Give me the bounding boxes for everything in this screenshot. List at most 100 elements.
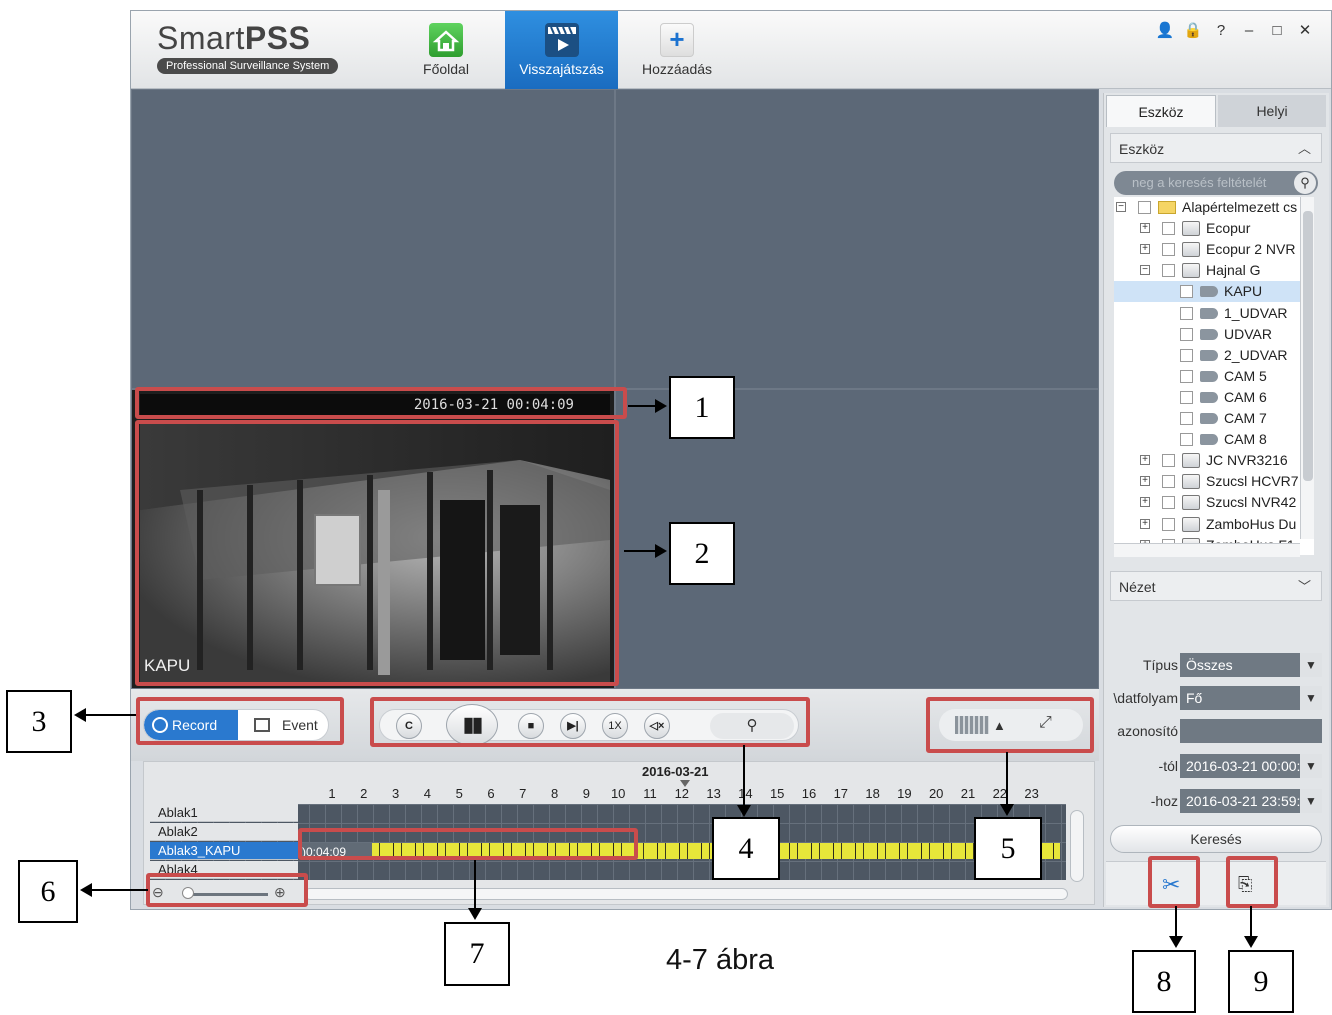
tree-checkbox[interactable]	[1162, 222, 1175, 236]
expand-icon[interactable]: +	[1140, 476, 1150, 487]
expand-icon[interactable]: +	[1140, 497, 1150, 508]
brand-name: SmartPSS	[157, 20, 311, 56]
video-window-1[interactable]	[131, 89, 615, 389]
tree-camera-item[interactable]: CAM 6	[1114, 387, 1314, 408]
tab-home-label: Főoldal	[423, 61, 469, 77]
timeline-vertical-scrollbar[interactable]	[1070, 810, 1084, 882]
tree-checkbox[interactable]	[1180, 327, 1193, 341]
tree-checkbox[interactable]	[1180, 285, 1193, 299]
expand-icon[interactable]: +	[1140, 223, 1150, 234]
tree-camera-item[interactable]: 2_UDVAR	[1114, 345, 1314, 366]
stream-select[interactable]: Fő	[1180, 686, 1322, 710]
tree-checkbox[interactable]	[1180, 390, 1193, 404]
hour-tick-label: 3	[391, 786, 400, 801]
tree-device-item[interactable]: + ZamboHus Du	[1114, 514, 1314, 535]
tree-checkbox[interactable]	[1162, 517, 1175, 531]
video-window-2[interactable]	[615, 89, 1099, 389]
view-section-header[interactable]: Nézet ﹀	[1110, 571, 1322, 601]
to-datetime[interactable]: 2016-03-21 23:59:59	[1180, 789, 1322, 813]
camera-icon	[1200, 434, 1218, 446]
camera-icon	[1200, 328, 1218, 340]
device-section-header[interactable]: Eszköz ︿	[1110, 133, 1322, 163]
tree-horizontal-scrollbar[interactable]	[1114, 543, 1300, 557]
tree-checkbox[interactable]	[1180, 306, 1193, 320]
tree-checkbox[interactable]	[1180, 412, 1193, 425]
device-search-input[interactable]: neg a keresés feltételét ⚲	[1114, 171, 1318, 195]
hour-tick-label: 8	[550, 786, 559, 801]
expand-icon[interactable]: +	[1140, 455, 1150, 466]
bottom-tools: ✂ ⎘	[1106, 861, 1326, 905]
id-label: azonosító	[1117, 723, 1178, 739]
tab-local[interactable]: Helyi	[1218, 95, 1326, 127]
tab-device[interactable]: Eszköz	[1106, 95, 1216, 127]
tree-device-item[interactable]: + Ecopur	[1114, 218, 1314, 239]
timeline-horizontal-scrollbar[interactable]	[304, 888, 1068, 900]
arrow-line-8	[1175, 906, 1177, 938]
tab-home[interactable]: Főoldal	[416, 11, 476, 89]
tree-item-label: CAM 7	[1224, 410, 1267, 426]
hour-tick-label: 10	[610, 786, 626, 801]
tree-checkbox[interactable]	[1138, 201, 1151, 214]
user-icon[interactable]: 👤	[1151, 21, 1179, 39]
arrow-line-2	[624, 550, 656, 552]
arrow-line-9	[1250, 906, 1252, 938]
tree-device-item[interactable]: + Szucsl HCVR7	[1114, 471, 1314, 492]
tree-camera-item[interactable]: KAPU	[1114, 281, 1314, 303]
collapse-icon[interactable]: −	[1116, 202, 1126, 212]
tree-checkbox[interactable]	[1162, 243, 1175, 257]
recorder-icon	[1182, 242, 1200, 258]
recorder-icon	[1182, 474, 1200, 490]
tree-item-label: 1_UDVAR	[1224, 304, 1288, 321]
tree-camera-item[interactable]: CAM 5	[1114, 366, 1314, 387]
tree-camera-item[interactable]: CAM 8	[1114, 429, 1314, 450]
maximize-button[interactable]: □	[1263, 22, 1291, 39]
collapse-icon[interactable]: −	[1140, 265, 1150, 276]
timeline-row-label-active[interactable]: Ablak3_KAPU	[150, 842, 298, 860]
from-datetime[interactable]: 2016-03-21 00:00:00	[1180, 754, 1322, 778]
tree-camera-item[interactable]: CAM 7	[1114, 408, 1314, 429]
hour-tick-label: 18	[865, 786, 880, 801]
type-select[interactable]: Összes	[1180, 653, 1322, 677]
recorder-icon	[1182, 221, 1200, 237]
hour-tick-label: 19	[897, 786, 912, 801]
hour-tick-label: 4	[423, 786, 431, 801]
tab-playback-label: Visszajátszás	[519, 61, 604, 77]
search-icon[interactable]: ⚲	[1294, 172, 1316, 194]
arrow-line-5	[1006, 752, 1008, 806]
tree-camera-item[interactable]: 1_UDVAR	[1114, 303, 1314, 324]
tree-camera-item[interactable]: UDVAR	[1114, 324, 1314, 345]
tree-item-label: Szucsl NVR42	[1206, 494, 1297, 511]
expand-icon[interactable]: +	[1140, 518, 1150, 529]
tree-device-item[interactable]: + Ecopur 2 NVR	[1114, 239, 1314, 260]
tree-device-item[interactable]: + Szucsl NVR42	[1114, 492, 1314, 513]
help-icon[interactable]: ?	[1207, 22, 1235, 39]
minimize-button[interactable]: –	[1235, 22, 1263, 39]
tree-device-item[interactable]: − Hajnal G	[1114, 260, 1314, 281]
search-button[interactable]: Keresés	[1110, 825, 1322, 853]
tree-vertical-scrollbar[interactable]	[1300, 197, 1314, 539]
tree-group-item[interactable]: − Alapértelmezett cs	[1114, 197, 1314, 218]
tree-checkbox[interactable]	[1180, 348, 1193, 362]
tree-checkbox[interactable]	[1180, 369, 1193, 383]
timeline-row-label[interactable]: Ablak1	[150, 804, 298, 822]
id-input[interactable]	[1180, 719, 1322, 743]
tree-checkbox[interactable]	[1162, 475, 1175, 489]
scroll-thumb[interactable]	[1303, 211, 1313, 481]
expand-icon[interactable]: +	[1140, 244, 1150, 255]
highlight-7	[298, 828, 638, 860]
close-button[interactable]: ✕	[1291, 21, 1319, 39]
arrow-line-1	[628, 405, 656, 407]
tree-checkbox[interactable]	[1162, 264, 1175, 278]
figure-caption: 4-7 ábra	[666, 944, 775, 976]
tab-playback[interactable]: Visszajátszás	[505, 11, 618, 89]
tree-item-label: 2_UDVAR	[1224, 346, 1288, 363]
tab-add[interactable]: + Hozzáadás	[631, 11, 723, 89]
tree-device-item[interactable]: + JC NVR3216	[1114, 450, 1314, 471]
highlight-9	[1226, 856, 1278, 908]
tree-checkbox[interactable]	[1180, 433, 1193, 447]
lock-icon[interactable]: 🔒	[1179, 21, 1207, 39]
hour-tick-label: 15	[769, 786, 785, 801]
timeline-row-label[interactable]: Ablak2	[150, 823, 298, 841]
tree-checkbox[interactable]	[1162, 496, 1175, 510]
tree-checkbox[interactable]	[1162, 454, 1175, 468]
